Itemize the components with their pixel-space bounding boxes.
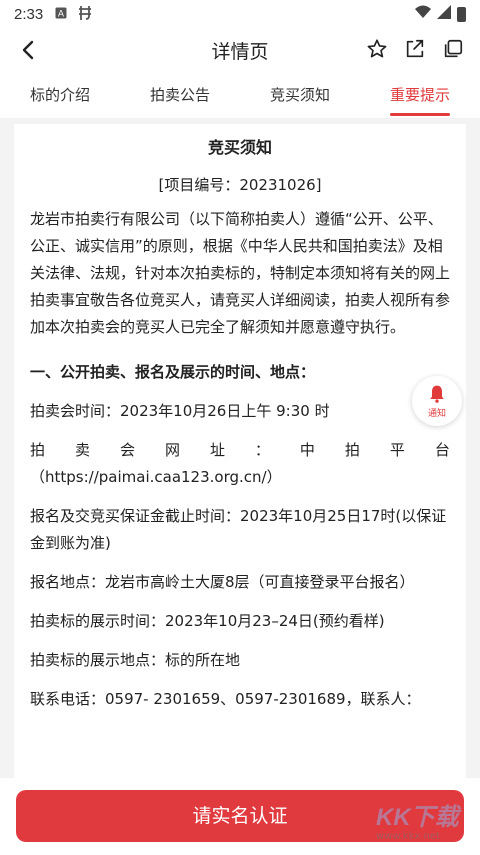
website-url[interactable]: （https://paimai.caa123.org.cn/） [30, 464, 450, 491]
a-icon: A [55, 7, 67, 22]
auction-time: 拍卖会时间：2023年10月26日上午 9:30 时 [30, 402, 330, 420]
wifi-icon [415, 5, 431, 23]
copy-button[interactable] [440, 36, 466, 62]
star-icon [367, 39, 387, 58]
svg-text:A: A [58, 9, 65, 19]
chevron-left-icon [22, 40, 34, 60]
website-char: 网 [164, 441, 180, 459]
website-char: 会 [119, 441, 135, 459]
signal-icon [437, 5, 451, 23]
tab-bidding-rules[interactable]: 竞买须知 [240, 72, 360, 118]
display-time: 拍卖标的展示时间：2023年10月23–24日(预约看样) [30, 612, 385, 630]
contact-info: 联系电话：0597- 2301659、0597-2301689，联系人： [30, 690, 421, 708]
auction-website: 拍 卖 会 网 址 ： 中 拍 平 台 （https://paimai.caa1… [30, 437, 450, 491]
website-char: 址 [209, 441, 225, 459]
status-bar: 2:33 A [0, 0, 480, 28]
battery-icon [457, 6, 466, 22]
website-char: 卖 [74, 441, 90, 459]
document-title: 竞买须知 [207, 138, 272, 157]
bell-icon [430, 385, 444, 403]
tab-bar: 标的介绍 拍卖公告 竞买须知 重要提示 [0, 72, 480, 118]
website-label: 拍 卖 会 网 址 ： 中 拍 平 台 [30, 437, 450, 464]
bottom-bar: 请实名认证 KK下载 www.kkx.net [0, 778, 480, 855]
notify-button[interactable]: 通知 [412, 376, 462, 426]
document-content[interactable]: 竞买须知 [项目编号：20231026] 龙岩市拍卖行有限公司（以下简称拍卖人）… [14, 124, 466, 778]
notify-label: 通知 [427, 408, 446, 419]
signup-place: 报名地点：龙岩市高岭土大厦8层（可直接登录平台报名） [30, 573, 415, 591]
watermark-url: www.kkx.net [376, 831, 440, 842]
display-place: 拍卖标的展示地点：标的所在地 [30, 651, 241, 669]
website-char: 中 [299, 441, 315, 459]
nav-bar: 详情页 [0, 28, 480, 72]
share-icon [406, 39, 424, 58]
website-char: 拍 [344, 441, 360, 459]
project-code: [项目编号：20231026] [158, 176, 322, 194]
watermark-logo: KK下载 www.kkx.net [362, 797, 472, 847]
website-char: ： [254, 441, 270, 459]
website-char: 台 [434, 441, 450, 459]
tab-lot-intro[interactable]: 标的介绍 [0, 72, 120, 118]
status-time: 2:33 [14, 5, 44, 23]
back-button[interactable] [14, 36, 42, 64]
copy-icon [444, 39, 463, 58]
website-char: 拍 [30, 441, 46, 459]
deposit-deadline: 报名及交竞买保证金截止时间：2023年10月25日17时(以保证金到账为准) [30, 507, 447, 552]
watermark-text: KK下载 [376, 804, 459, 831]
favorite-button[interactable] [364, 36, 390, 62]
tab-auction-notice[interactable]: 拍卖公告 [120, 72, 240, 118]
website-char: 平 [389, 441, 405, 459]
intro-paragraph: 龙岩市拍卖行有限公司（以下简称拍卖人）遵循“公开、公平、公正、诚实信用”的原则，… [30, 210, 451, 336]
share-button[interactable] [402, 36, 428, 62]
notification-app-icon [77, 5, 93, 23]
tab-important-tips[interactable]: 重要提示 [360, 72, 480, 118]
section-1-title: 一、公开拍卖、报名及展示的时间、地点： [30, 363, 316, 381]
